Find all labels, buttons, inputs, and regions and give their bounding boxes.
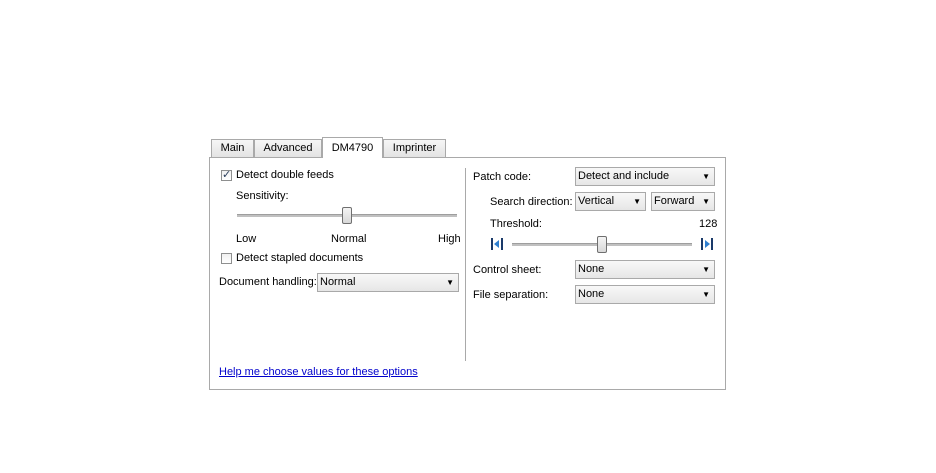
sensitivity-label: Sensitivity:	[236, 190, 289, 202]
search-order-value: Forward	[654, 195, 695, 207]
dropdown-arrow-icon: ▼	[702, 172, 710, 181]
tab-label: Advanced	[263, 142, 313, 154]
patch-code-select[interactable]: Detect and include ▼	[575, 167, 715, 186]
file-separation-select[interactable]: None ▼	[575, 285, 715, 304]
tab-dm4790[interactable]: DM4790	[322, 137, 383, 158]
dropdown-arrow-icon: ▼	[702, 290, 710, 299]
sensitivity-high-label: High	[438, 233, 461, 245]
tab-label: DM4790	[331, 142, 374, 154]
dropdown-arrow-icon: ▼	[702, 197, 710, 206]
patch-code-label: Patch code:	[473, 171, 532, 183]
dropdown-arrow-icon: ▼	[633, 197, 641, 206]
dropdown-arrow-icon: ▼	[702, 265, 710, 274]
help-link[interactable]: Help me choose values for these options	[219, 366, 418, 378]
detect-stapled-label: Detect stapled documents	[236, 252, 364, 264]
threshold-increase-icon[interactable]	[700, 237, 714, 251]
file-separation-label: File separation:	[473, 289, 549, 301]
checkmark-icon: ✓	[222, 169, 232, 181]
control-sheet-select[interactable]: None ▼	[575, 260, 715, 279]
file-separation-value: None	[578, 288, 605, 300]
threshold-label: Threshold:	[490, 218, 542, 230]
sensitivity-low-label: Low	[236, 233, 257, 245]
tab-label: Imprinter	[392, 142, 437, 154]
search-direction-select[interactable]: Vertical ▼	[575, 192, 646, 211]
threshold-slider-thumb[interactable]	[597, 236, 607, 253]
sensitivity-normal-label: Normal	[331, 233, 367, 245]
patch-code-value: Detect and include	[578, 170, 670, 182]
control-sheet-label: Control sheet:	[473, 264, 542, 276]
threshold-decrease-icon[interactable]	[490, 237, 504, 251]
threshold-value: 128	[699, 218, 718, 230]
control-sheet-value: None	[578, 263, 605, 275]
search-direction-value: Vertical	[578, 195, 615, 207]
document-handling-label: Document handling:	[219, 276, 317, 288]
dropdown-arrow-icon: ▼	[446, 278, 454, 287]
tab-label: Main	[220, 142, 245, 154]
detect-stapled-checkbox[interactable]	[221, 253, 232, 264]
search-direction-label: Search direction:	[490, 196, 573, 208]
document-handling-value: Normal	[320, 276, 356, 288]
document-handling-select[interactable]: Normal ▼	[317, 273, 459, 292]
detect-double-feeds-checkbox[interactable]: ✓	[221, 169, 232, 181]
detect-double-feeds-label: Detect double feeds	[236, 169, 334, 181]
sensitivity-slider-thumb[interactable]	[342, 207, 352, 224]
search-order-select[interactable]: Forward ▼	[651, 192, 715, 211]
tab-imprinter[interactable]: Imprinter	[383, 139, 446, 157]
column-divider	[465, 168, 466, 361]
tab-main[interactable]: Main	[211, 139, 254, 157]
tab-advanced[interactable]: Advanced	[254, 139, 322, 157]
